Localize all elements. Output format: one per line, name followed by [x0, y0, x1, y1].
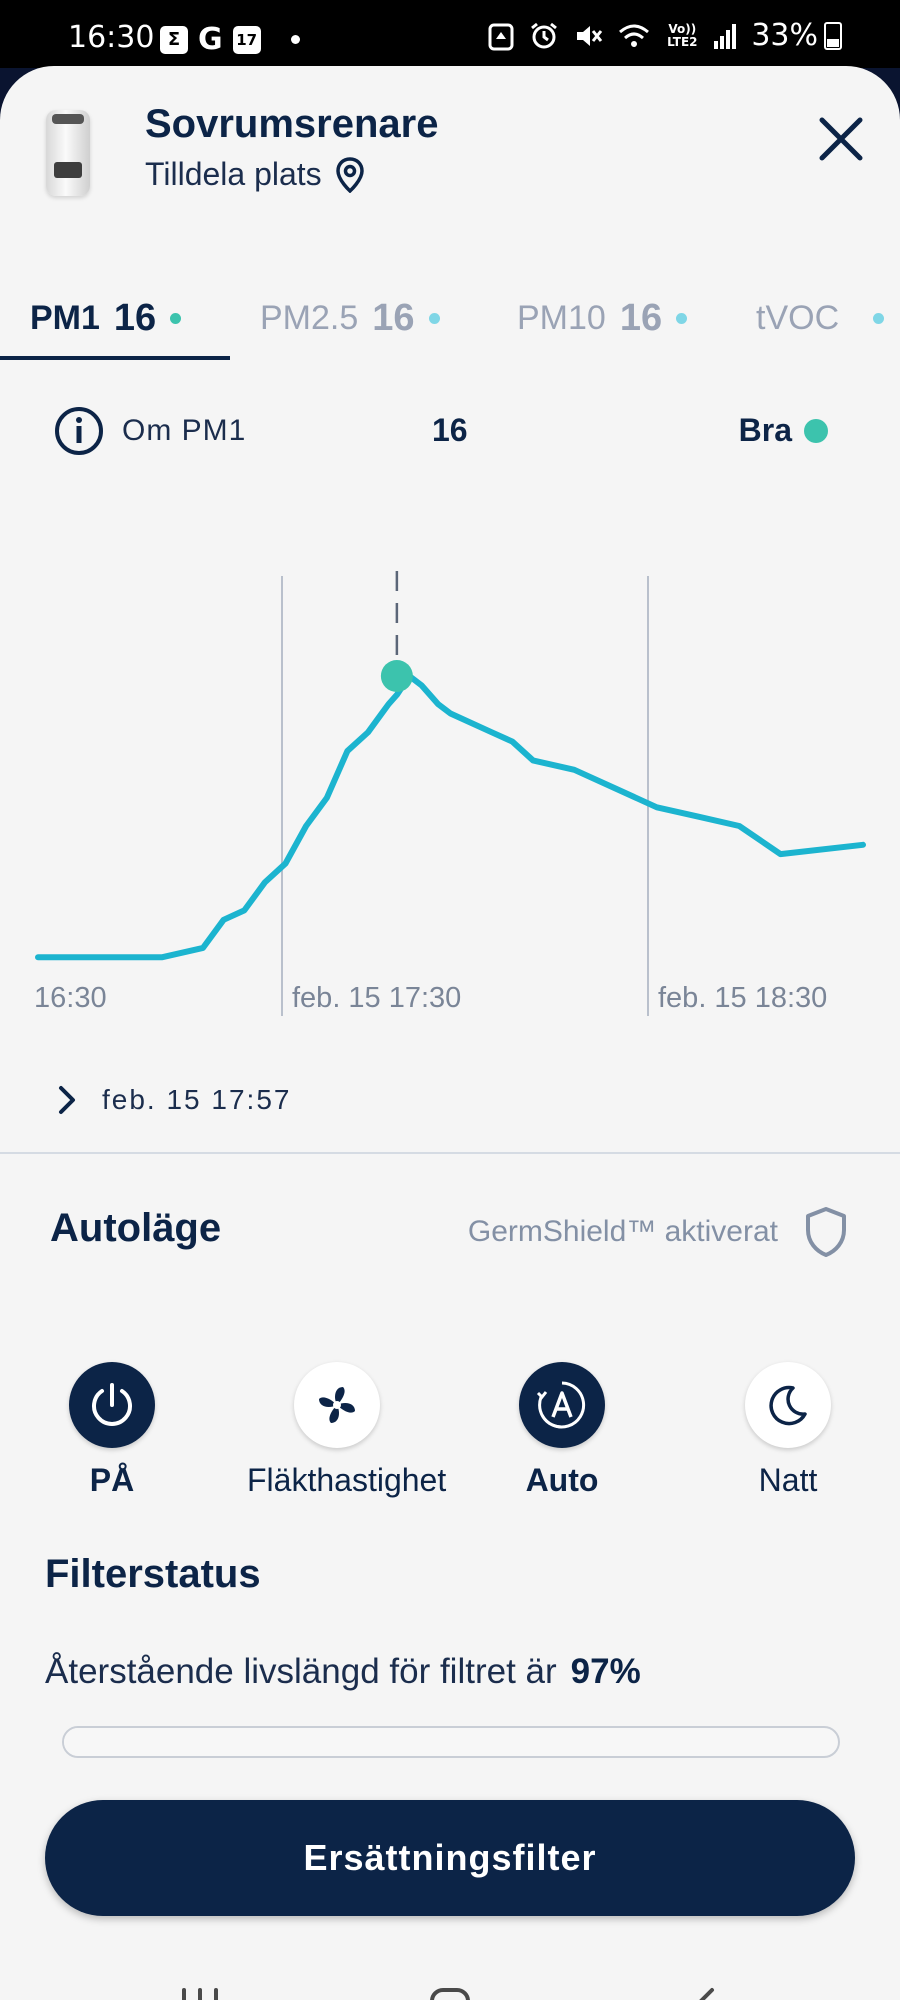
back-icon[interactable]: [688, 1986, 718, 2000]
tab-status-dot: [873, 312, 885, 324]
chart-highlight-point: [380, 660, 413, 692]
alarm-icon: [531, 22, 558, 48]
tab-pm25[interactable]: PM2.5 16: [260, 278, 440, 358]
germshield-text: GermShield™ aktiverat: [467, 1215, 778, 1248]
mode-title: Autoläge: [50, 1206, 222, 1250]
tab-status-dot: [428, 312, 440, 324]
pollutant-value: 16: [432, 412, 468, 448]
tab-pm10[interactable]: PM10 16: [517, 278, 688, 358]
filter-status-title: Filterstatus: [45, 1552, 261, 1596]
tab-label: PM10: [517, 298, 606, 337]
chart-tick-label: feb. 15 18:30: [658, 982, 827, 1014]
signal-icon: [714, 23, 737, 49]
device-name: Sovrumsrenare: [145, 102, 439, 146]
pm-history-chart[interactable]: 16:30 feb. 15 17:30 feb. 15 18:30: [0, 556, 900, 1026]
tab-value: 16: [619, 296, 663, 339]
night-mode-button[interactable]: Natt: [698, 1362, 878, 1499]
chevron-right-icon: [59, 1086, 75, 1114]
status-dot: [804, 418, 828, 443]
calendar-day: 17: [236, 30, 258, 49]
device-sheet: Sovrumsrenare Tilldela plats PM1 16 PM2.…: [0, 66, 900, 2000]
pollutant-info-row: Om PM1 16 Bra: [0, 396, 900, 456]
auto-mode-button[interactable]: Auto: [472, 1362, 652, 1499]
mute-icon: [577, 25, 603, 46]
tab-status-dot: [676, 312, 688, 324]
filter-life-progress-fill: [64, 1728, 815, 1756]
tab-label: tVOC: [756, 298, 840, 337]
location-pin-icon: [335, 156, 364, 193]
wifi-icon: [619, 24, 650, 47]
shield-icon: [806, 1207, 846, 1257]
tab-status-dot: [170, 312, 182, 324]
filter-life-label: Återstående livslängd för filtret är: [45, 1652, 557, 1691]
tab-tvoc[interactable]: tVOC: [756, 278, 885, 358]
power-button[interactable]: PÅ: [22, 1362, 202, 1499]
device-image: [46, 110, 90, 196]
filter-life-text: Återstående livslängd för filtret är 97%: [45, 1652, 641, 1692]
filter-life-progress: [62, 1726, 840, 1758]
status-time: 16:30: [68, 20, 155, 55]
about-pollutant-link[interactable]: Om PM1: [122, 414, 246, 448]
control-label: PÅ: [89, 1462, 135, 1498]
germshield-status: GermShield™ aktiverat: [468, 1206, 848, 1258]
selected-time-row[interactable]: feb. 15 17:57: [58, 1084, 291, 1116]
chart-tick-label: feb. 15 17:30: [292, 982, 461, 1014]
location-label: Tilldela plats: [145, 156, 322, 192]
air-quality-status: Bra: [739, 412, 828, 449]
power-icon: [69, 1362, 155, 1448]
tab-value: 16: [372, 296, 415, 339]
sigma-icon: Σ: [160, 25, 188, 54]
calendar-icon: 17: [232, 25, 261, 54]
recycle-icon: [488, 23, 514, 50]
home-icon[interactable]: [428, 1986, 472, 2000]
status-text: Bra: [738, 412, 792, 448]
selected-time: feb. 15 17:57: [102, 1084, 292, 1115]
auto-icon: [519, 1362, 605, 1448]
recent-apps-icon[interactable]: [178, 1986, 222, 2000]
dot-icon: [290, 35, 300, 44]
control-label: Fläkthastighet: [247, 1462, 447, 1498]
chart-series-line: [35, 673, 866, 961]
status-bar: 16:30 Σ G 17 Vo)) LTE2 33%: [0, 0, 900, 68]
google-icon: G: [198, 22, 223, 57]
tab-pm1[interactable]: PM1 16: [30, 278, 182, 358]
info-icon[interactable]: [54, 406, 104, 456]
filter-life-percent: 97%: [570, 1652, 641, 1691]
tab-value: 16: [113, 296, 157, 339]
fan-icon: [294, 1362, 380, 1448]
volte-label: Vo)) LTE2: [667, 21, 698, 49]
system-nav-bar: [0, 1946, 900, 2000]
tab-label: PM2.5: [260, 298, 359, 337]
assign-location-link[interactable]: Tilldela plats: [145, 156, 364, 193]
control-label: Natt: [758, 1462, 818, 1498]
control-label: Auto: [525, 1462, 599, 1498]
chart-tick-label: 16:30: [34, 982, 107, 1014]
battery-icon: [824, 21, 842, 50]
moon-icon: [745, 1362, 831, 1448]
fan-speed-button[interactable]: Fläkthastighet: [247, 1362, 447, 1499]
tab-label: PM1: [30, 298, 100, 337]
divider: [0, 1152, 900, 1154]
replacement-filter-button[interactable]: Ersättningsfilter: [45, 1800, 855, 1916]
active-tab-indicator: [0, 356, 230, 360]
close-icon[interactable]: [810, 108, 872, 170]
battery-percent: 33%: [751, 18, 818, 53]
